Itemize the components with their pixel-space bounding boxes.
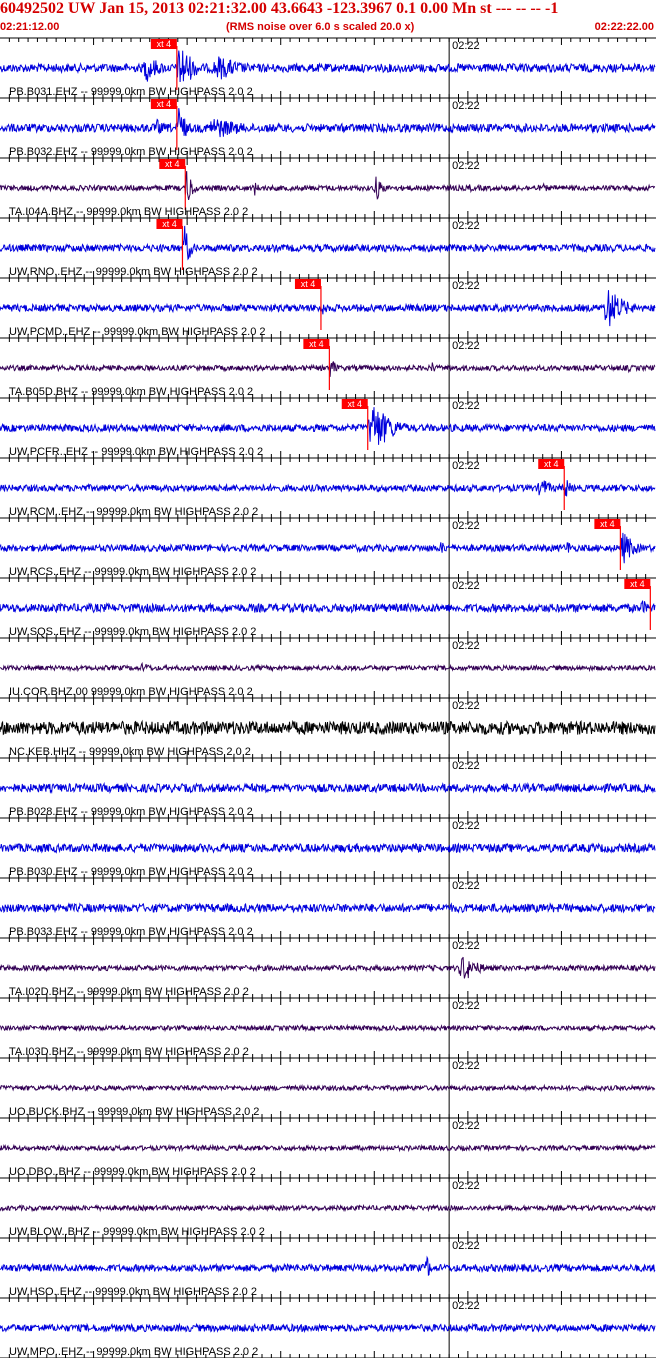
minute-label: 02:22 [452,940,480,952]
waveform [0,1203,656,1213]
waveform [0,171,656,201]
seismogram-plot: 02:22xt 4PB.B031.EHZ -- 99999.0km BW HIG… [0,37,656,1358]
trace-label: UW.MPO..EHZ -- 99999.0km BW HIGHPASS 2.0… [9,1346,258,1358]
minute-label: 02:22 [452,100,480,112]
trace-label: PB.B028.EHZ -- 99999.0km BW HIGHPASS 2.0… [9,806,253,818]
waveform [0,480,656,497]
waveform [0,842,656,855]
waveform [0,781,656,794]
trace-label: UW.PCMD..EHZ -- 99999.0km BW HIGHPASS 2.… [9,326,266,338]
pick-label: xt 4 [162,219,177,229]
minute-label: 02:22 [452,760,480,772]
minute-label: 02:22 [452,220,480,232]
trace-label: TA.I02D.BHZ -- 99999.0km BW HIGHPASS 2.0… [9,986,249,998]
trace-label: NC.KEB.HHZ -- 99999.0km BW HIGHPASS 2.0 … [9,746,251,758]
trace-label: UW.HSO..EHZ -- 99999.0km BW HIGHPASS 2.0… [9,1286,257,1298]
trace-label: UW.BLOW..BHZ -- 99999.0km BW HIGHPASS 2.… [9,1226,265,1238]
waveform [0,1083,656,1093]
trace-label: UO.BUCK.BHZ -- 99999.0km BW HIGHPASS 2.0… [9,1106,259,1118]
waveform [0,1023,656,1033]
minute-label: 02:22 [452,1240,480,1252]
pick-label: xt 4 [347,399,362,409]
waveform [0,108,656,138]
minute-label: 02:22 [452,1060,480,1072]
waveform [0,600,656,614]
minute-label: 02:22 [452,520,480,532]
minute-label: 02:22 [452,820,480,832]
waveform [0,661,656,673]
minute-label: 02:22 [452,40,480,52]
trace-label: IU.COR.BHZ.00 99999.0km BW HIGHPASS 2.0 … [9,686,253,698]
trace-label: PB.B032.EHZ -- 99999.0km BW HIGHPASS 2.0… [9,146,253,158]
pick-label: xt 4 [157,39,172,49]
trace-label: TA.I04A.BHZ -- 99999.0km BW HIGHPASS 2.0… [9,206,248,218]
minute-label: 02:22 [452,280,480,292]
waveform [0,225,656,261]
minute-label: 02:22 [452,1000,480,1012]
trace-label: TA.I03D.BHZ -- 99999.0km BW HIGHPASS 2.0… [9,1046,249,1058]
trace-label: UO.DBO..BHZ -- 99999.0km BW HIGHPASS 2.0… [9,1166,256,1178]
pick-label: xt 4 [165,159,180,169]
waveform [0,290,656,327]
pick-label: xt 4 [309,339,324,349]
pick-label: xt 4 [630,579,645,589]
pick-label: xt 4 [544,459,559,469]
pick-label: xt 4 [157,99,172,109]
waveform [0,532,656,564]
trace-label: UW.SQS..EHZ -- 99999.0km BW HIGHPASS 2.0… [9,626,256,638]
trace-label: UW.RCS..EHZ -- 99999.0km BW HIGHPASS 2.0… [9,566,256,578]
minute-label: 02:22 [452,400,480,412]
waveform [0,1255,656,1277]
minute-label: 02:22 [452,580,480,592]
minute-label: 02:22 [452,1300,480,1312]
minute-label: 02:22 [452,340,480,352]
waveform [0,719,656,737]
waveform [0,902,656,915]
waveform [0,1143,656,1153]
minute-label: 02:22 [452,160,480,172]
waveform [0,407,656,445]
minute-label: 02:22 [452,700,480,712]
minute-label: 02:22 [452,640,480,652]
waveform [0,1322,656,1334]
waveform [0,956,656,979]
trace-label: UW.RNO..EHZ -- 99999.0km BW HIGHPASS 2.0… [9,266,258,278]
minute-label: 02:22 [452,1180,480,1192]
waveform [0,361,656,377]
trace-label: PB.B030.EHZ -- 99999.0km BW HIGHPASS 2.0… [9,866,253,878]
waveform [0,50,656,83]
trace-label: PB.B031.EHZ -- 99999.0km BW HIGHPASS 2.0… [9,86,253,98]
minute-label: 02:22 [452,880,480,892]
trace-label: UW.PCFR..EHZ -- 99999.0km BW HIGHPASS 2.… [9,446,263,458]
trace-label: PB.B033.EHZ -- 99999.0km BW HIGHPASS 2.0… [9,926,253,938]
trace-label: TA.B05D.BHZ -- 99999.0km BW HIGHPASS 2.0… [9,386,253,398]
pick-label: xt 4 [600,519,615,529]
minute-label: 02:22 [452,1120,480,1132]
minute-label: 02:22 [452,460,480,472]
pick-label: xt 4 [301,279,316,289]
trace-label: UW.RCM..EHZ -- 99999.0km BW HIGHPASS 2.0… [9,506,258,518]
